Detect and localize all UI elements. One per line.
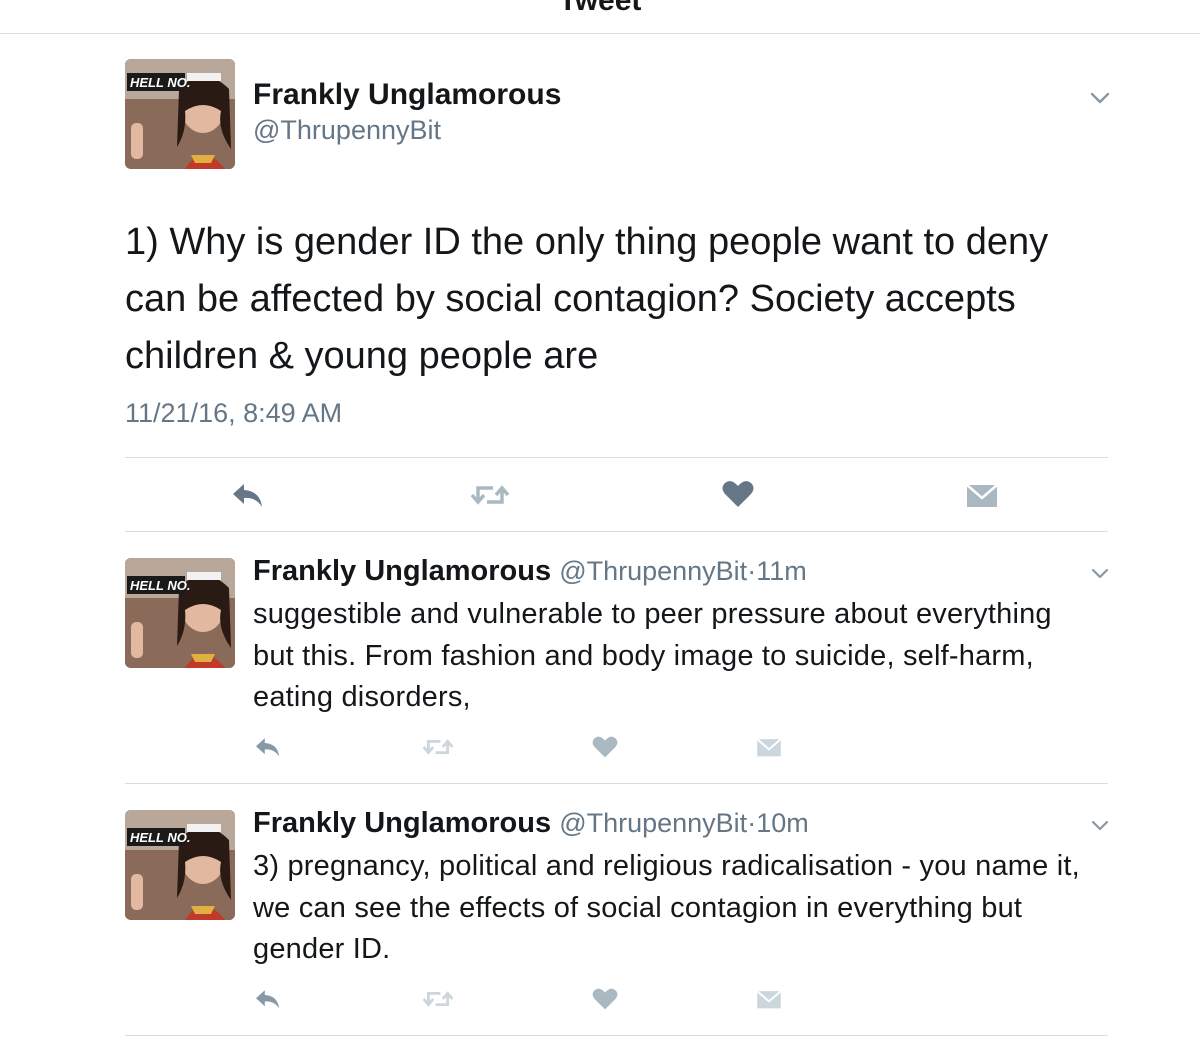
nav-divider bbox=[0, 33, 1200, 34]
chevron-down-icon[interactable] bbox=[1087, 812, 1113, 838]
tweet-text: suggestible and vulnerable to peer press… bbox=[253, 598, 1052, 713]
display-name[interactable]: Frankly Unglamorous bbox=[253, 807, 551, 839]
avatar[interactable]: HELL NO. bbox=[125, 59, 235, 169]
timestamp: 11/21/16, 8:49 AM bbox=[125, 398, 343, 428]
like-icon bbox=[722, 481, 754, 507]
direct-message-button[interactable] bbox=[752, 985, 786, 1013]
reply-icon bbox=[256, 990, 280, 1009]
reply-icon bbox=[256, 738, 280, 757]
divider bbox=[125, 1035, 1108, 1036]
tweet-text: 1) Why is gender ID the only thing peopl… bbox=[125, 221, 1049, 377]
direct-message-button[interactable] bbox=[752, 733, 786, 761]
reply-button[interactable] bbox=[250, 985, 286, 1013]
divider bbox=[125, 531, 1108, 532]
direct-message-button[interactable] bbox=[962, 477, 1002, 513]
like-button[interactable] bbox=[718, 476, 758, 512]
like-icon bbox=[592, 736, 618, 758]
avatar[interactable]: HELL NO. bbox=[125, 810, 235, 920]
retweet-button[interactable] bbox=[418, 985, 458, 1013]
divider bbox=[125, 457, 1108, 458]
like-icon bbox=[592, 988, 618, 1010]
separator: · bbox=[747, 808, 757, 838]
tweet-age: 10m bbox=[756, 808, 809, 838]
avatar-text: HELL NO. bbox=[130, 830, 190, 845]
retweet-icon bbox=[422, 739, 454, 755]
display-name[interactable]: Frankly Unglamorous bbox=[253, 78, 561, 112]
direct-message-icon bbox=[756, 738, 782, 757]
like-button[interactable] bbox=[588, 985, 622, 1013]
chevron-down-icon[interactable] bbox=[1087, 560, 1113, 586]
like-button[interactable] bbox=[588, 733, 622, 761]
display-name[interactable]: Frankly Unglamorous bbox=[253, 555, 551, 587]
reply-header: Frankly Unglamorous @ThrupennyBit·10m bbox=[253, 807, 809, 840]
reply-button[interactable] bbox=[228, 477, 268, 513]
handle[interactable]: @ThrupennyBit bbox=[559, 556, 747, 586]
retweet-icon bbox=[470, 485, 510, 505]
reply-button[interactable] bbox=[250, 733, 286, 761]
avatar-text: HELL NO. bbox=[130, 578, 190, 593]
handle[interactable]: @ThrupennyBit bbox=[559, 808, 747, 838]
page-title: Tweet bbox=[558, 0, 642, 17]
handle[interactable]: @ThrupennyBit bbox=[253, 115, 441, 146]
retweet-button[interactable] bbox=[418, 733, 458, 761]
tweet-text: 3) pregnancy, political and religious ra… bbox=[253, 850, 1080, 965]
avatar-text: HELL NO. bbox=[130, 75, 190, 90]
chevron-down-icon[interactable] bbox=[1087, 85, 1113, 111]
direct-message-icon bbox=[966, 484, 998, 507]
separator: · bbox=[747, 556, 757, 586]
retweet-icon bbox=[422, 991, 454, 1007]
tweet-age: 11m bbox=[756, 556, 807, 586]
reply-header: Frankly Unglamorous @ThrupennyBit·11m bbox=[253, 555, 807, 588]
divider bbox=[125, 783, 1108, 784]
direct-message-icon bbox=[756, 990, 782, 1009]
retweet-button[interactable] bbox=[468, 477, 512, 513]
avatar[interactable]: HELL NO. bbox=[125, 558, 235, 668]
reply-icon bbox=[233, 484, 262, 507]
